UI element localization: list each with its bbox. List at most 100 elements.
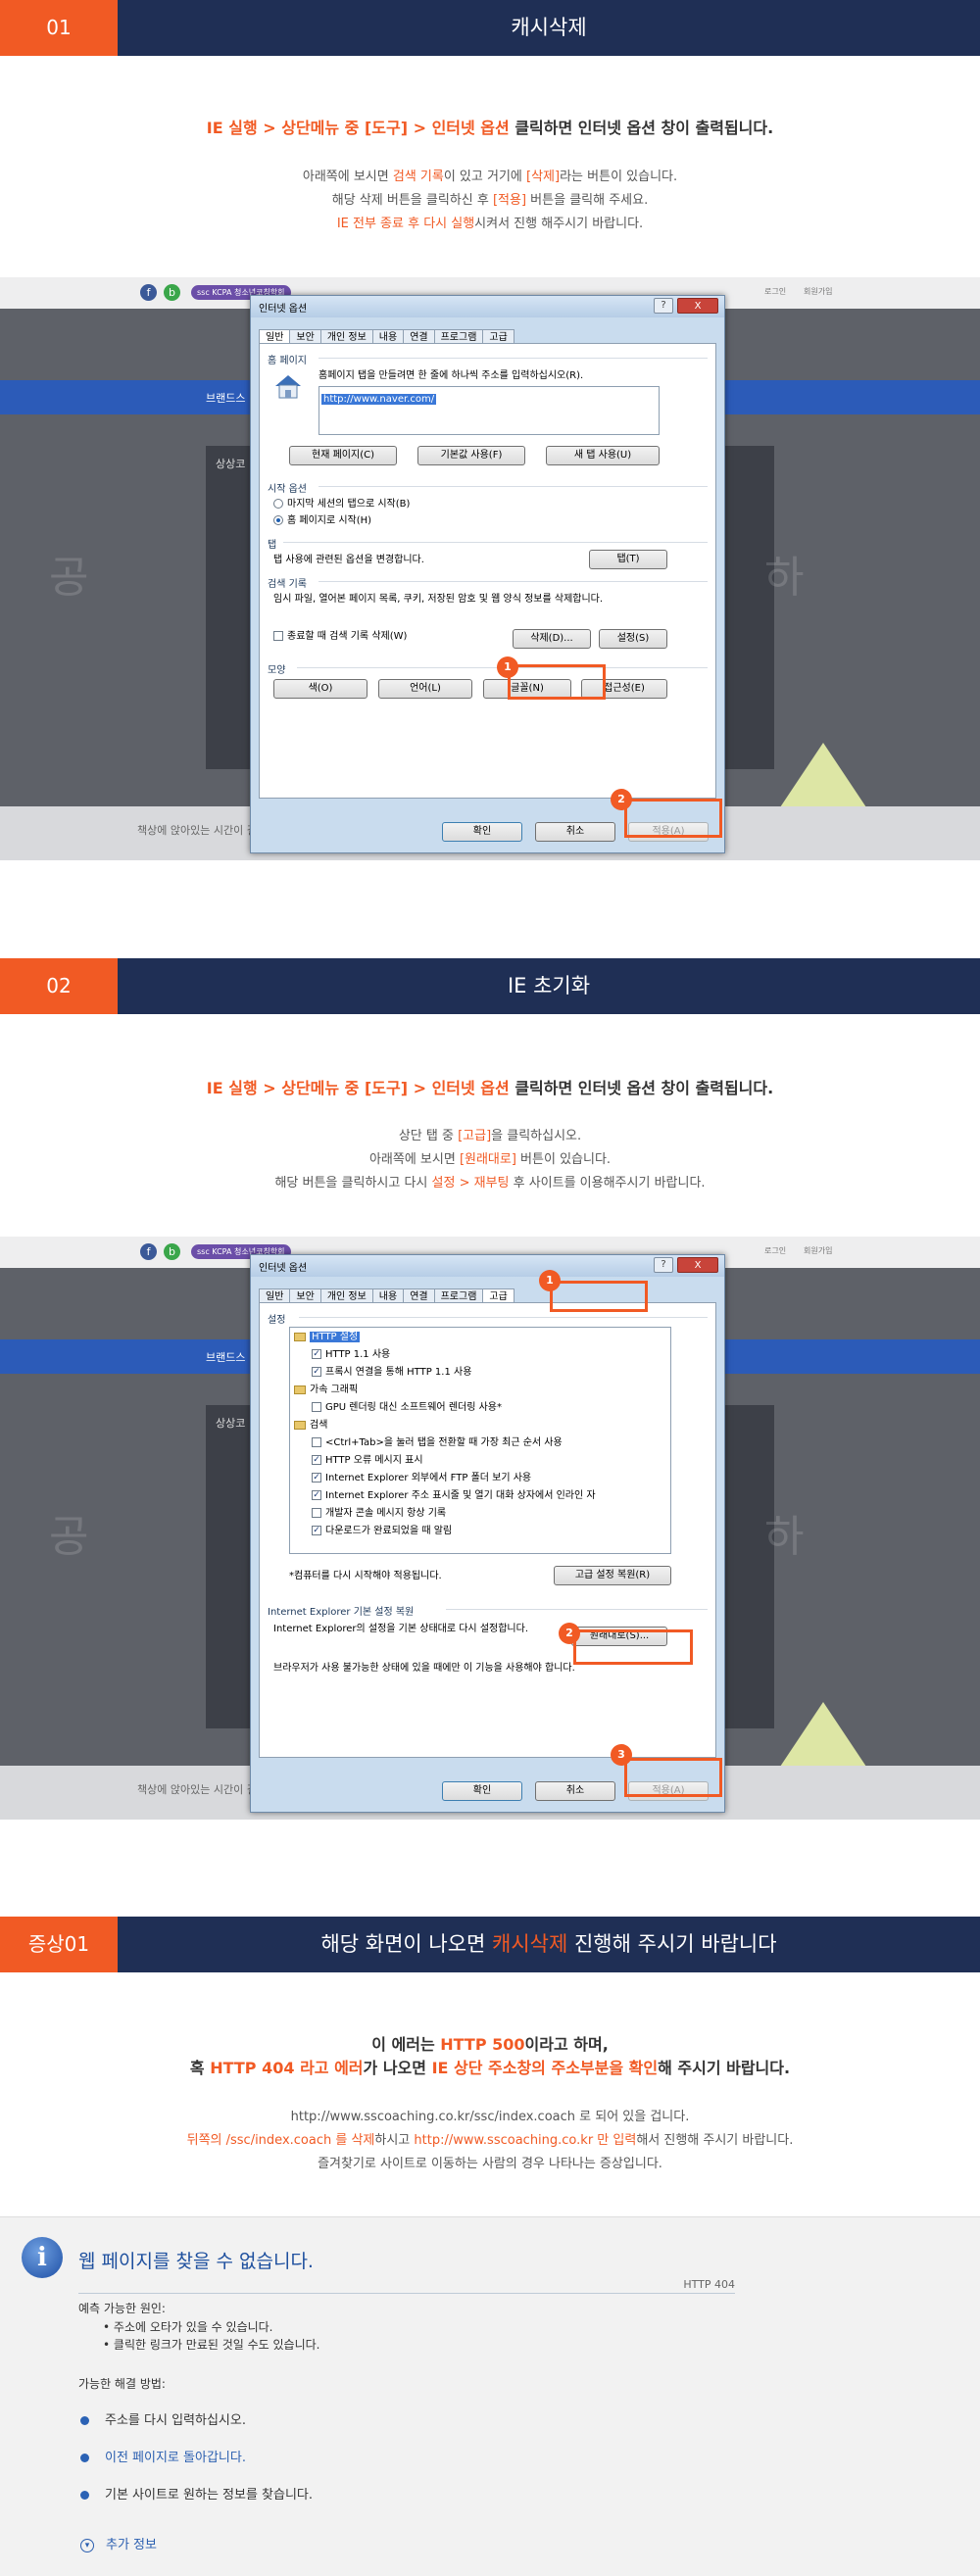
text: 이 있고 거기에 — [443, 170, 527, 184]
history-settings-button[interactable]: 설정(S) — [599, 629, 667, 649]
lead-text: 클릭하면 인터넷 옵션 창이 출력됩니다. — [509, 119, 774, 137]
error-code: HTTP 404 — [683, 2278, 735, 2291]
radio-last-session[interactable]: 마지막 세션의 탭으로 시작(B) — [273, 498, 410, 510]
join-link[interactable]: 회원가입 — [804, 1245, 832, 1256]
divider — [78, 2293, 735, 2294]
dialog-body: 홈 페이지 홈페이지 탭을 만들려면 한 줄에 하나씩 주소를 입력하십시오(R… — [259, 343, 716, 799]
close-button[interactable]: X — [677, 1257, 718, 1273]
delete-on-exit-checkbox[interactable]: 종료할 때 검색 기록 삭제(W) — [273, 630, 407, 643]
divider — [318, 486, 708, 487]
info-icon: i — [22, 2237, 63, 2278]
text: 이라고 하며, — [524, 2035, 609, 2054]
blog-icon: b — [164, 1243, 180, 1260]
dialog-tabs: 일반 보안 개인 정보 내용 연결 프로그램 고급 — [259, 325, 514, 349]
nav-label: 브랜드스 — [206, 392, 246, 405]
radio-icon — [273, 515, 283, 525]
nav-label: 브랜드스 — [206, 1351, 246, 1364]
section-lead: IE 실행 > 상단메뉴 중 [도구] > 인터넷 옵션 클릭하면 인터넷 옵션… — [0, 1075, 980, 1098]
option-label: HTTP 1.1 사용 — [325, 1349, 391, 1360]
delete-history-button[interactable]: 삭제(D)... — [513, 629, 591, 649]
section-header-1: 01 캐시삭제 — [0, 0, 980, 56]
option-label: GPU 렌더링 대신 소프트웨어 렌더링 사용* — [325, 1402, 502, 1413]
lead-highlight: IE 실행 > 상단메뉴 중 [도구] > 인터넷 옵션 — [206, 1079, 510, 1097]
text-highlight: [고급] — [458, 1129, 492, 1143]
group-label-settings: 설정 — [268, 1315, 286, 1326]
use-current-button[interactable]: 현재 페이지(C) — [289, 446, 397, 465]
checkbox-icon — [312, 1437, 321, 1447]
tabs-desc: 탭 사용에 관련된 옵션을 변경합니다. — [273, 555, 424, 565]
settings-option[interactable]: ✓ Internet Explorer 주소 표시줄 및 열기 대화 상자에서 인… — [290, 1488, 596, 1504]
fix-go-back-link[interactable]: 이전 페이지로 돌아갑니다. — [80, 2447, 246, 2465]
section-title: IE 초기화 — [507, 974, 591, 997]
section-title: 캐시삭제 — [511, 16, 587, 39]
settings-option[interactable]: ✓ HTTP 1.1 사용 — [290, 1347, 390, 1363]
option-label: HTTP 오류 메시지 표시 — [325, 1455, 423, 1466]
reset-note: 브라우저가 사용 불가능한 상태에 있을 때에만 이 기능을 사용해야 합니다. — [273, 1663, 575, 1674]
settings-option[interactable]: <Ctrl+Tab>을 눌러 탭을 전환할 때 가장 최근 순서 사용 — [290, 1435, 563, 1451]
text-highlight: [원래대로] — [459, 1152, 516, 1167]
tabs-button[interactable]: 탭(T) — [589, 550, 667, 569]
settings-category[interactable]: 검색 — [290, 1418, 327, 1434]
dialog-title: 인터넷 옵션 — [259, 1263, 308, 1274]
close-button[interactable]: X — [677, 298, 718, 314]
house-icon — [273, 373, 303, 399]
blog-icon: b — [164, 284, 180, 301]
cancel-button[interactable]: 취소 — [535, 822, 615, 842]
lead-text: 클릭하면 인터넷 옵션 창이 출력됩니다. — [509, 1079, 774, 1097]
screenshot-ie-reset: f b ssc KCPA 청소년코칭학회 로그인 회원가입 브랜드스 상상코 공… — [0, 1237, 980, 1820]
section-lead: 혹 HTTP 404 라고 에러가 나오면 IE 상단 주소창의 주소부분을 확… — [0, 2055, 980, 2078]
text: 라는 버튼이 있습니다. — [560, 170, 678, 184]
title-text: 진행해 주시기 바랍니다 — [567, 1932, 777, 1956]
settings-category[interactable]: HTTP 설정 — [290, 1330, 361, 1345]
help-button[interactable]: ? — [654, 1257, 673, 1273]
use-newtab-button[interactable]: 새 탭 사용(U) — [546, 446, 660, 465]
highlight-delete — [508, 664, 606, 700]
option-label: <Ctrl+Tab>을 눌러 탭을 전환할 때 가장 최근 순서 사용 — [325, 1437, 563, 1448]
advanced-settings-list[interactable]: HTTP 설정 ✓ HTTP 1.1 사용 ✓ 프록시 연결을 통해 HTTP 1.1 … — [289, 1327, 671, 1554]
text: 아래쪽에 보시면 — [368, 1152, 460, 1167]
bullet-icon — [80, 2416, 89, 2425]
text-highlight: IE 상단 주소창의 주소부분을 확인 — [431, 2059, 659, 2077]
instruction-line: 상단 탭 중 [고급]을 클릭하십시오. — [0, 1125, 980, 1148]
history-desc: 임시 파일, 열어본 페이지 목록, 쿠키, 저장된 암호 및 웹 양식 정보를… — [273, 594, 604, 605]
settings-option[interactable]: 개발자 콘솔 메시지 항상 기록 — [290, 1506, 446, 1522]
settings-option[interactable]: ✓ 다운로드가 완료되었을 때 알림 — [290, 1524, 452, 1539]
dialog-tabs: 일반 보안 개인 정보 내용 연결 프로그램 고급 — [259, 1285, 514, 1308]
instruction-line: 즐겨찾기로 사이트로 이동하는 사람의 경우 나타나는 증상입니다. — [318, 2157, 662, 2171]
more-info-link[interactable]: ▾ 추가 정보 — [80, 2534, 157, 2552]
use-default-button[interactable]: 기본값 사용(F) — [417, 446, 525, 465]
restore-advanced-button[interactable]: 고급 설정 복원(R) — [554, 1566, 671, 1585]
radio-label: 마지막 세션의 탭으로 시작(B) — [287, 499, 411, 510]
ok-button[interactable]: 확인 — [442, 1781, 522, 1801]
text-highlight: IE 전부 종료 후 다시 실행 — [336, 217, 475, 231]
option-label: Internet Explorer 주소 표시줄 및 열기 대화 상자에서 인라… — [325, 1490, 596, 1501]
homepage-textarea[interactable]: http://www.naver.com/ — [318, 386, 660, 435]
divider — [318, 358, 708, 359]
settings-option[interactable]: GPU 렌더링 대신 소프트웨어 렌더링 사용* — [290, 1400, 502, 1416]
cancel-button[interactable]: 취소 — [535, 1781, 615, 1801]
login-link[interactable]: 로그인 — [764, 1245, 786, 1256]
join-link[interactable]: 회원가입 — [804, 286, 832, 297]
settings-category[interactable]: 가속 그래픽 — [290, 1383, 358, 1398]
section-number: 01 — [0, 0, 118, 56]
section-number: 02 — [0, 958, 118, 1014]
radio-homepage[interactable]: 홈 페이지로 시작(H) — [273, 514, 371, 527]
checkbox-icon: ✓ — [312, 1455, 321, 1465]
highlight-apply — [624, 799, 722, 838]
help-button[interactable]: ? — [654, 298, 673, 314]
step-marker-1: 1 — [539, 1270, 561, 1291]
settings-option[interactable]: ✓ Internet Explorer 외부에서 FTP 폴더 보기 사용 — [290, 1471, 531, 1486]
fix-text: 주소를 다시 입력하십시오. — [105, 2413, 246, 2428]
colors-button[interactable]: 색(O) — [273, 679, 368, 699]
languages-button[interactable]: 언어(L) — [378, 679, 472, 699]
home-desc: 홈페이지 탭을 만들려면 한 줄에 하나씩 주소를 입력하십시오(R). — [318, 370, 584, 381]
settings-option[interactable]: ✓ 프록시 연결을 통해 HTTP 1.1 사용 — [290, 1365, 471, 1381]
text: 해당 버튼을 클릭하시고 다시 — [274, 1176, 432, 1191]
text: 가 나오면 — [363, 2059, 432, 2077]
ok-button[interactable]: 확인 — [442, 822, 522, 842]
settings-option[interactable]: ✓ HTTP 오류 메시지 표시 — [290, 1453, 423, 1469]
login-link[interactable]: 로그인 — [764, 286, 786, 297]
divider — [318, 581, 708, 582]
section-title: 해당 화면이 나오면 캐시삭제 진행해 주시기 바랍니다 — [118, 1917, 980, 1972]
bullet-icon — [80, 2491, 89, 2500]
